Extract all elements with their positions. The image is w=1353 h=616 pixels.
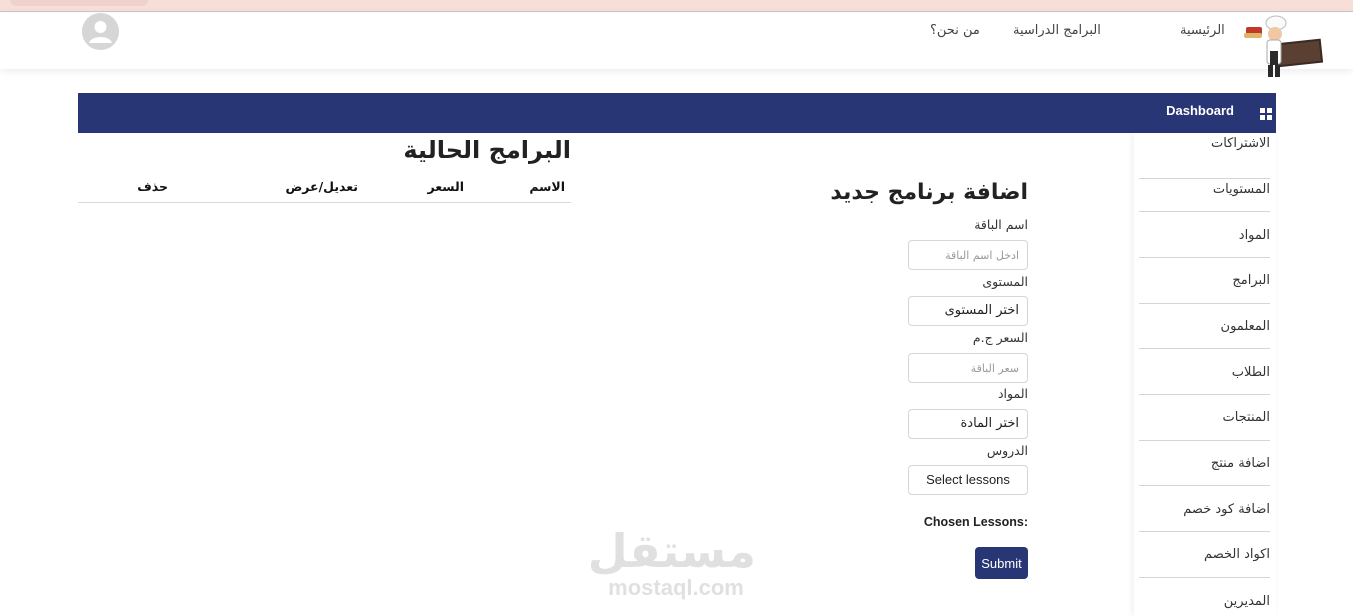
lessons-label: الدروس (986, 443, 1028, 458)
sidebar: الاشتراكات المستويات المواد البرامج المع… (1134, 133, 1276, 616)
sidebar-item-label: اضافة كود خصم (1183, 502, 1270, 517)
sidebar-item-products[interactable]: المنتجات (1139, 395, 1270, 441)
watermark-latin: mostaql.com (608, 575, 744, 600)
add-program-title: اضافة برنامج جديد (830, 180, 1028, 205)
sidebar-item-add-product[interactable]: اضافة منتج (1139, 440, 1270, 486)
sidebar-item-students[interactable]: الطلاب (1139, 349, 1270, 395)
package-name-input[interactable] (908, 240, 1028, 270)
level-select[interactable]: اختر المستوى (908, 296, 1028, 326)
nav-link-programs[interactable]: البرامج الدراسية (1013, 23, 1101, 38)
nav-link-home[interactable]: الرئيسية (1180, 23, 1225, 38)
current-programs-title: البرامج الحالية (403, 136, 571, 164)
column-header-name: الاسم (529, 179, 565, 194)
sidebar-item-programs[interactable]: البرامج (1139, 258, 1270, 304)
mostaql-watermark: مستقل mostaql.com (587, 524, 756, 605)
user-avatar[interactable] (82, 13, 119, 50)
sidebar-item-label: اضافة منتج (1210, 456, 1270, 471)
sidebar-item-label: اكواد الخصم (1204, 547, 1270, 562)
price-input[interactable] (908, 353, 1028, 383)
grid-icon (1260, 105, 1272, 120)
column-header-delete: حذف (137, 179, 168, 194)
sidebar-item-admins[interactable]: المديرين (1139, 577, 1270, 616)
sidebar-item-add-discount-code[interactable]: اضافة كود خصم (1139, 486, 1270, 532)
sidebar-item-subjects[interactable]: المواد (1139, 212, 1270, 258)
nav-link-about[interactable]: من نحن؟ (930, 23, 980, 38)
lessons-select[interactable]: Select lessons (908, 465, 1028, 495)
browser-tab (10, 0, 148, 6)
column-header-price: السعر (427, 179, 464, 194)
sidebar-item-label: المنتجات (1222, 410, 1270, 425)
browser-top-strip (0, 0, 1353, 12)
programs-table-header: الاسم السعر تعديل/عرض حذف (78, 176, 571, 203)
sidebar-item-label: المعلمون (1220, 319, 1270, 334)
sidebar-item-label: المستويات (1212, 182, 1270, 197)
column-header-edit-view: تعديل/عرض (285, 179, 358, 194)
sidebar-item-teachers[interactable]: المعلمون (1139, 303, 1270, 349)
sidebar-item-discount-codes[interactable]: اكواد الخصم (1139, 532, 1270, 578)
package-name-label: اسم الباقة (974, 217, 1028, 232)
sidebar-item-label: المواد (1238, 228, 1270, 243)
dashboard-bar: Dashboard (78, 93, 1276, 133)
price-label: السعر ج.م (972, 330, 1028, 345)
chef-logo[interactable] (1240, 15, 1324, 79)
submit-button[interactable]: Submit (975, 547, 1028, 579)
level-label: المستوى (982, 274, 1028, 289)
sidebar-item-label: الطلاب (1231, 365, 1270, 380)
subject-select[interactable]: اختر المادة (908, 409, 1028, 439)
dashboard-title: Dashboard (1166, 103, 1234, 118)
watermark-arabic: مستقل (587, 524, 756, 578)
sidebar-item-label: المديرين (1223, 594, 1270, 609)
sidebar-item-levels[interactable]: المستويات (1139, 166, 1270, 212)
sidebar-item-label: الاشتراكات (1210, 136, 1270, 151)
top-navbar: الرئيسية البرامج الدراسية من نحن؟ (0, 13, 1353, 77)
sidebar-item-label: البرامج (1232, 273, 1270, 288)
subject-label: المواد (997, 386, 1028, 401)
chosen-lessons-label: Chosen Lessons: (923, 515, 1028, 529)
